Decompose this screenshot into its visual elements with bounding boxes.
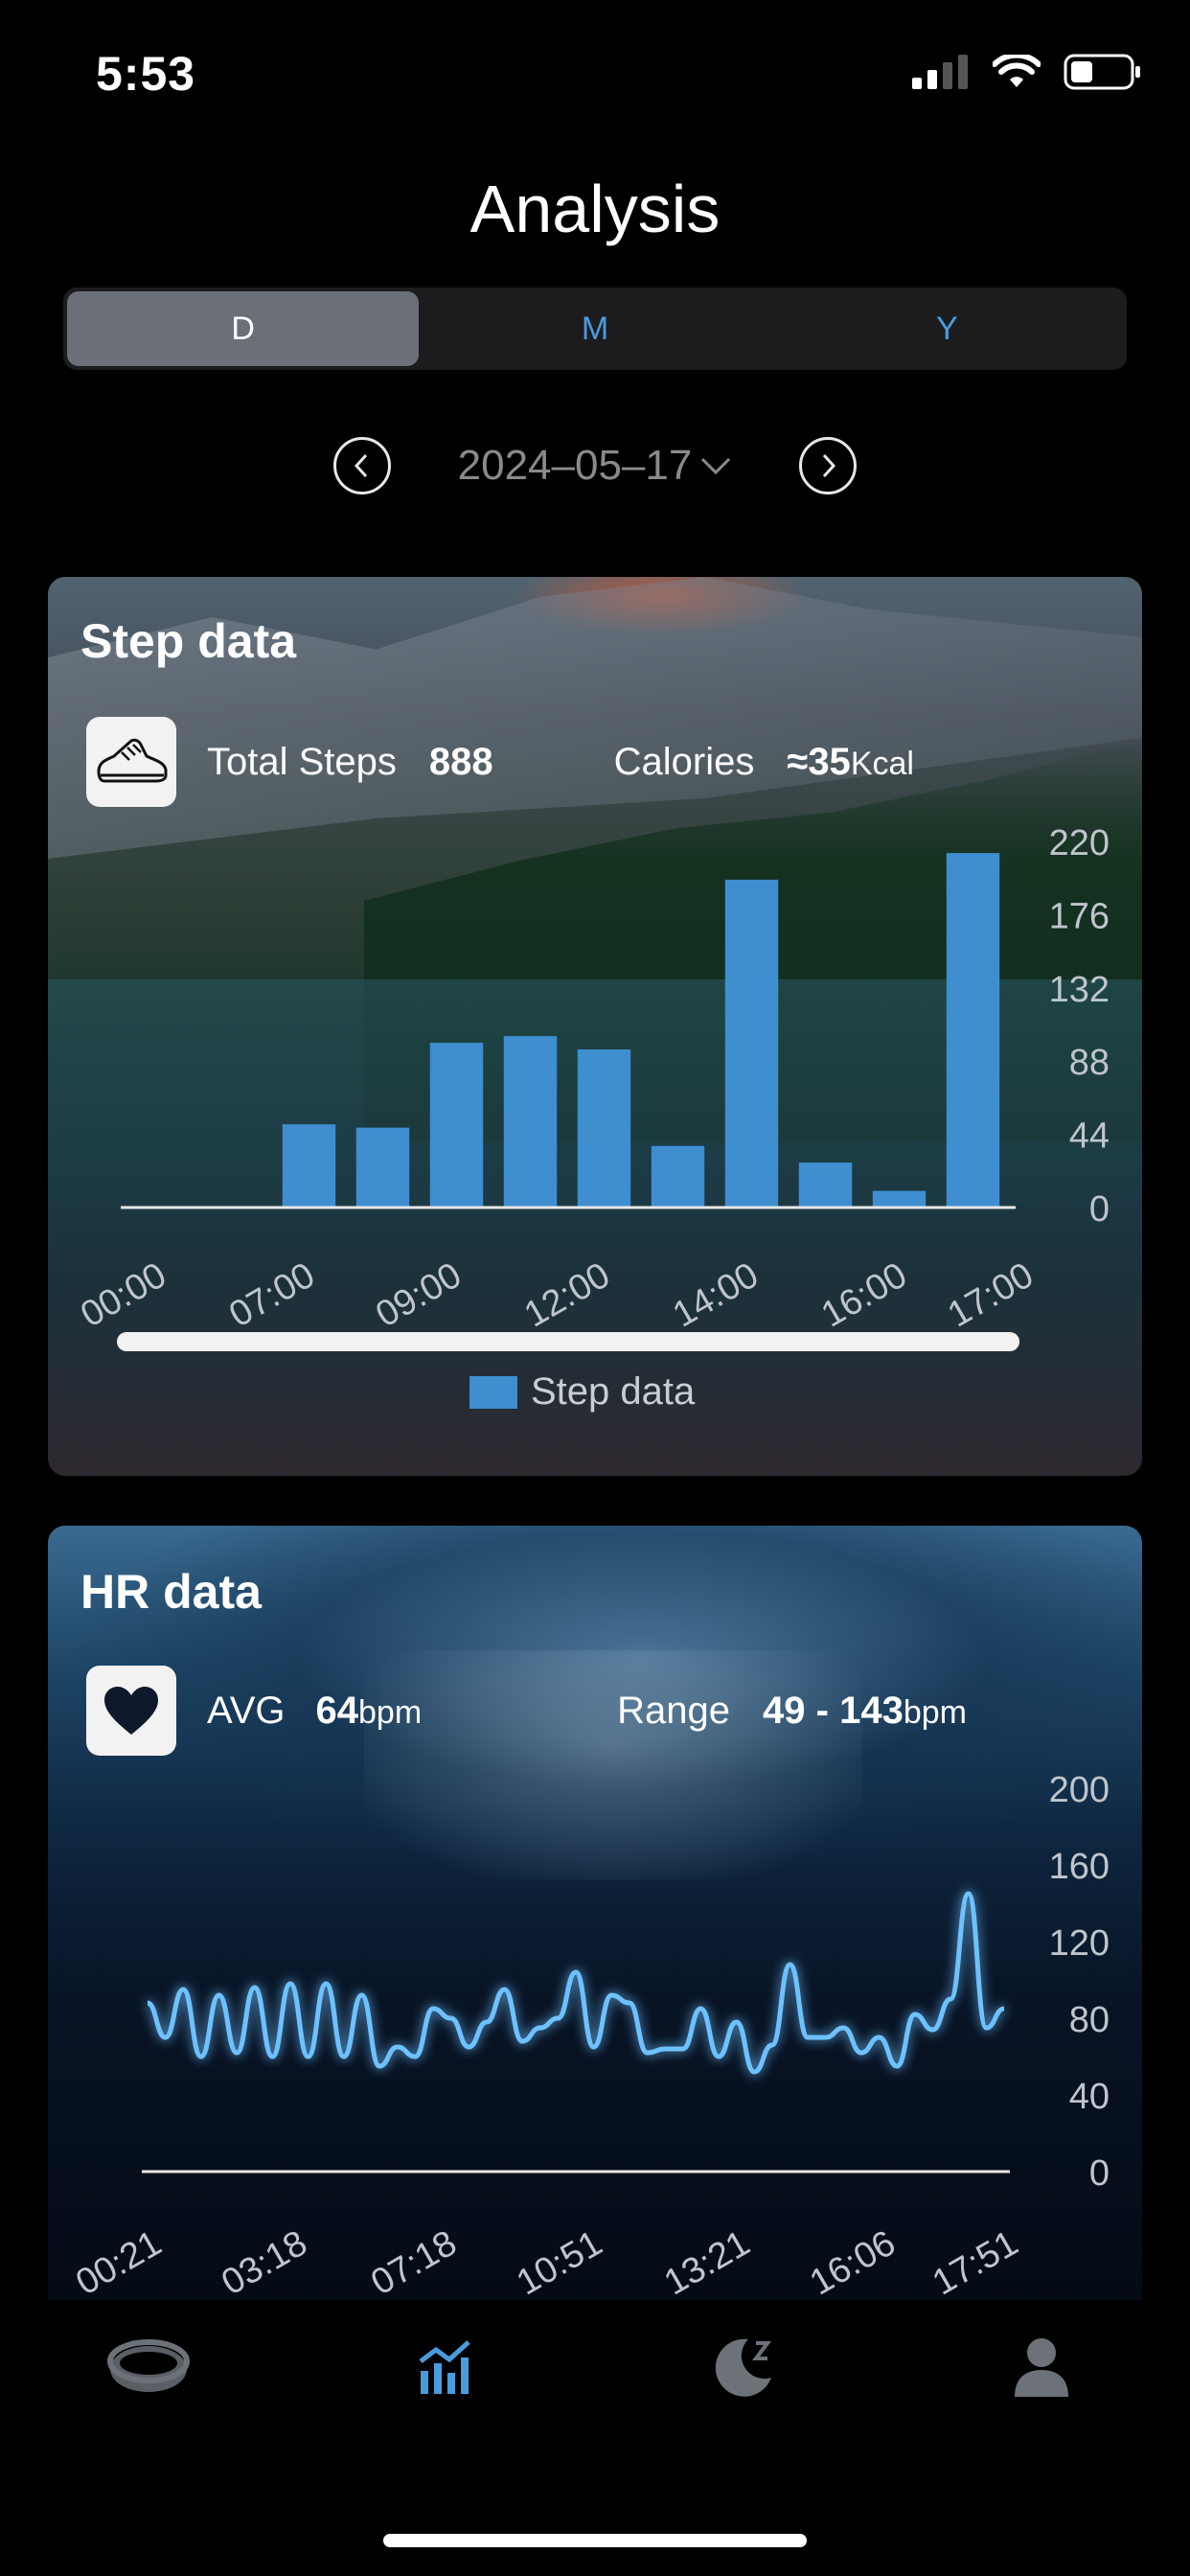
y-tick-label: 120 xyxy=(1049,1923,1110,1964)
chart-scrollbar[interactable] xyxy=(117,1332,1019,1351)
segment-day[interactable]: D xyxy=(67,291,420,366)
y-tick-label: 160 xyxy=(1049,1847,1110,1887)
step-bar[interactable] xyxy=(651,1145,705,1208)
hr-line-chart: 200 160 120 80 40 0 00:21 03:18 07:18 10:51 13:21 1… xyxy=(69,1770,1110,2304)
y-tick-label: 176 xyxy=(1049,896,1110,936)
next-date-button[interactable] xyxy=(799,437,858,494)
tab-sleep[interactable] xyxy=(667,2310,820,2425)
y-tick-label: 40 xyxy=(1069,2077,1110,2117)
tab-ring[interactable] xyxy=(72,2310,225,2425)
x-tick-label: 07:00 xyxy=(222,1255,321,1336)
y-tick-label: 220 xyxy=(1049,823,1110,863)
x-tick-label: 13:21 xyxy=(657,2223,756,2304)
segment-month[interactable]: M xyxy=(419,291,770,366)
step-data-card: Step data Total Steps 888 Calories ≈35Kc… xyxy=(48,577,1142,1476)
step-bar[interactable] xyxy=(872,1190,927,1208)
cellular-signal-icon xyxy=(912,55,968,89)
y-tick-label: 132 xyxy=(1049,970,1110,1010)
step-bar[interactable] xyxy=(503,1036,558,1208)
step-bar[interactable] xyxy=(946,853,1000,1208)
tab-analysis[interactable] xyxy=(370,2310,523,2425)
legend-label: Step data xyxy=(531,1370,696,1413)
segment-year[interactable]: Y xyxy=(771,291,1123,366)
status-icons xyxy=(912,54,1142,90)
x-tick-label: 16:00 xyxy=(814,1255,913,1336)
ring-icon xyxy=(107,2339,191,2392)
y-tick-label: 0 xyxy=(1089,2153,1110,2194)
x-tick-label: 16:06 xyxy=(803,2223,902,2304)
chevron-right-icon xyxy=(823,453,836,478)
date-navigator: 2024–05–17 xyxy=(0,429,1190,502)
x-tick-label: 17:51 xyxy=(926,2223,1024,2304)
status-time: 5:53 xyxy=(96,47,196,101)
person-icon xyxy=(1014,2338,1068,2397)
x-tick-label: 00:00 xyxy=(74,1255,172,1336)
step-bar[interactable] xyxy=(724,879,779,1208)
y-tick-label: 80 xyxy=(1069,2000,1110,2040)
moon-icon xyxy=(716,2338,772,2397)
y-tick-label: 88 xyxy=(1069,1043,1110,1083)
tab-profile[interactable] xyxy=(965,2310,1118,2425)
page-title: Analysis xyxy=(469,172,721,246)
step-bar[interactable] xyxy=(577,1049,631,1208)
previous-date-button[interactable] xyxy=(332,437,391,494)
wifi-icon xyxy=(993,55,1041,87)
hr-data-card: HR data AVG 64bpm Range 49 - 143bpm 200 1… xyxy=(48,1526,1142,2312)
chevron-left-icon xyxy=(354,453,367,478)
y-tick-label: 0 xyxy=(1089,1189,1110,1230)
hr-series-line[interactable] xyxy=(146,1891,1005,2075)
y-tick-label: 44 xyxy=(1069,1116,1110,1157)
x-tick-label: 09:00 xyxy=(369,1255,468,1336)
date-label: 2024–05–17 xyxy=(457,442,693,489)
step-bar[interactable] xyxy=(798,1162,853,1208)
x-tick-label: 00:21 xyxy=(69,2223,168,2304)
period-segmented-control: D M Y xyxy=(63,288,1127,370)
x-tick-label: 10:51 xyxy=(510,2223,608,2304)
chart-icon xyxy=(419,2340,470,2394)
x-tick-label: 07:18 xyxy=(364,2223,463,2304)
step-chart-legend: Step data xyxy=(469,1370,695,1414)
y-tick-label: 200 xyxy=(1049,1770,1110,1810)
x-tick-label: 03:18 xyxy=(215,2223,313,2304)
step-bar[interactable] xyxy=(282,1124,336,1208)
chevron-down-icon xyxy=(701,457,731,475)
x-tick-label: 17:00 xyxy=(941,1255,1040,1336)
date-picker[interactable]: 2024–05–17 xyxy=(458,442,733,490)
step-bar[interactable] xyxy=(355,1127,410,1208)
battery-icon xyxy=(1064,54,1140,90)
x-tick-label: 12:00 xyxy=(517,1255,616,1336)
step-bar[interactable] xyxy=(429,1043,484,1208)
bottom-tab-bar xyxy=(0,2300,1190,2434)
legend-swatch xyxy=(469,1375,517,1409)
step-bar-chart: 220 176 132 88 44 0 00:00 07:00 09:00 12:00 14:00 1… xyxy=(74,823,1110,1336)
x-tick-label: 14:00 xyxy=(666,1255,765,1336)
home-indicator[interactable] xyxy=(383,2534,807,2547)
